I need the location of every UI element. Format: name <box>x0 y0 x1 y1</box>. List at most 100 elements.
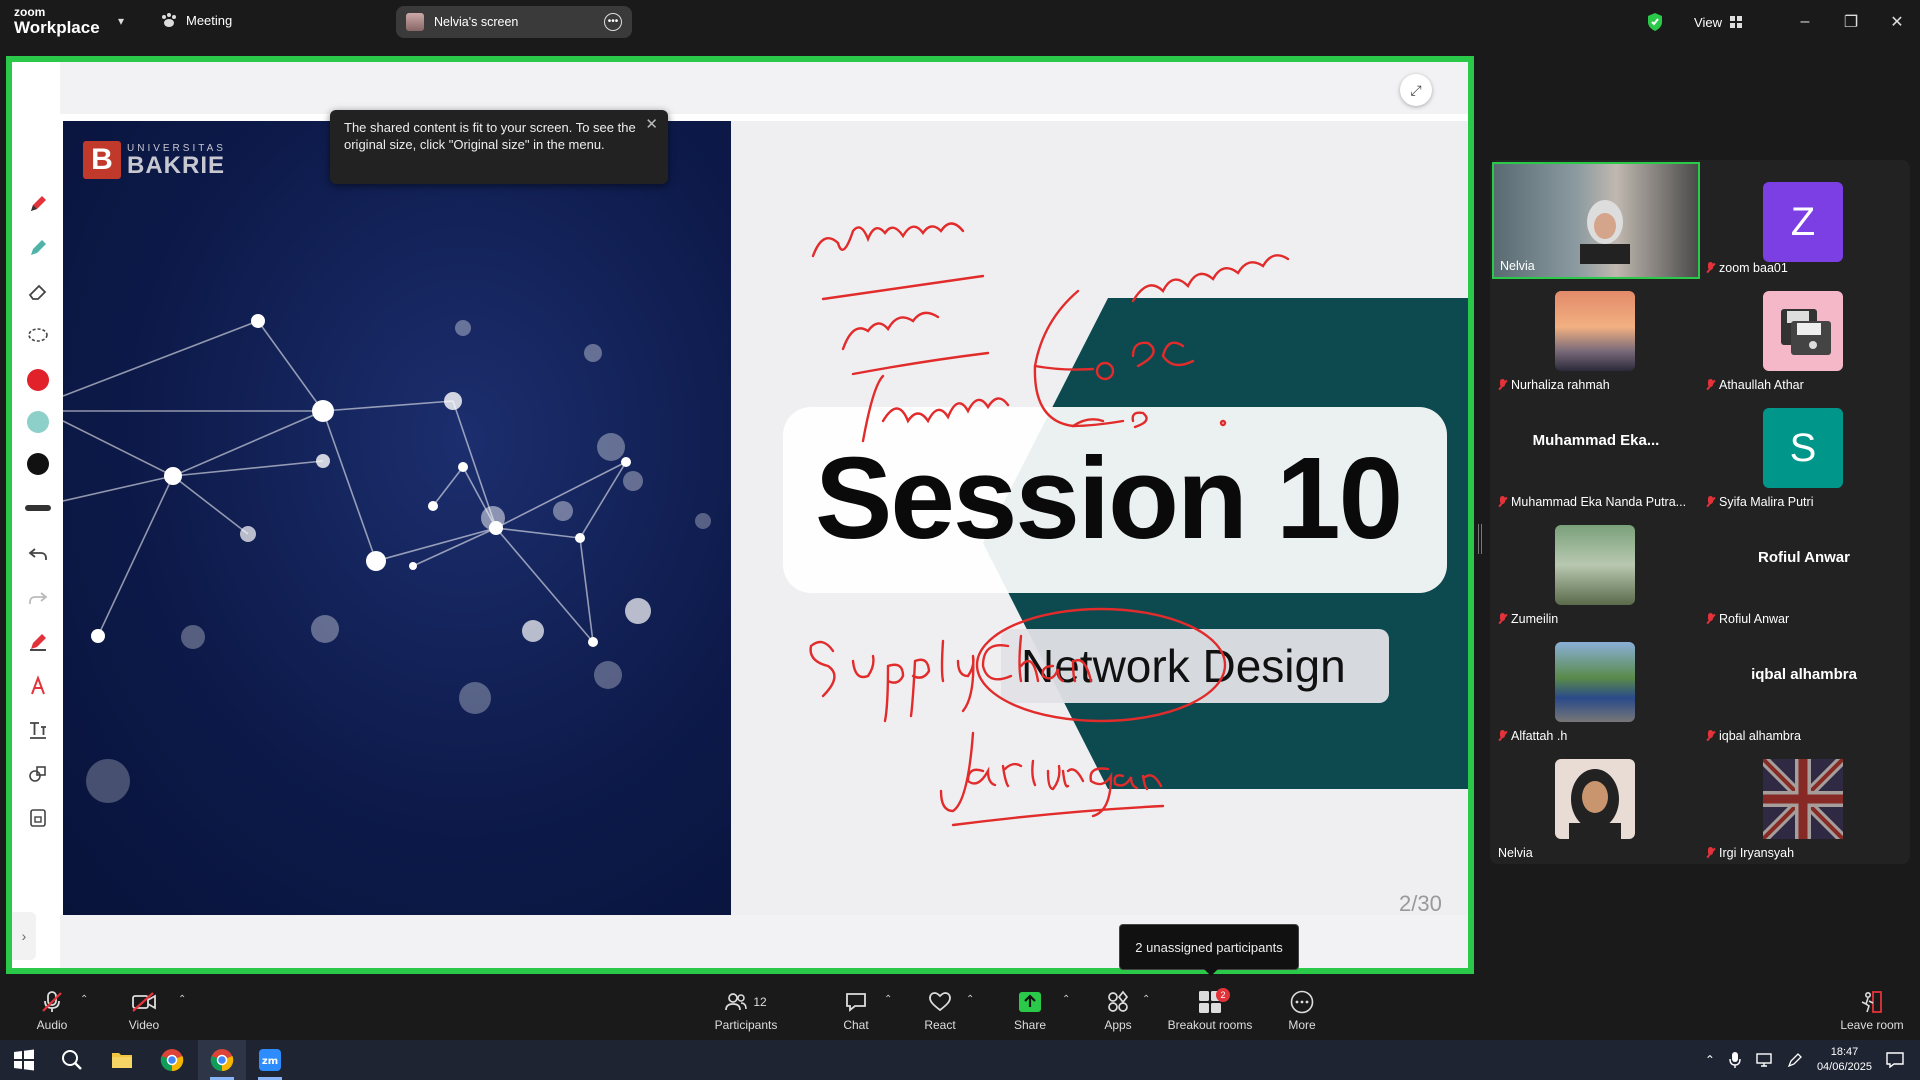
participant-name: iqbal alhambra <box>1706 729 1801 743</box>
participant-tile[interactable]: Nelvia <box>1492 747 1700 864</box>
react-label: React <box>924 1017 956 1032</box>
participant-name: Athaullah Athar <box>1706 378 1804 392</box>
paw-icon <box>162 13 176 27</box>
session-title: Session 10 <box>815 433 1403 563</box>
share-button[interactable]: Share <box>990 980 1070 1040</box>
notifications-icon[interactable] <box>1886 1052 1904 1068</box>
chevron-up-icon[interactable]: ⌃ <box>1142 994 1150 1005</box>
participant-tile[interactable]: Muhammad Eka... Muhammad Eka Nanda Putra… <box>1492 396 1700 513</box>
participant-tile[interactable]: Nelvia <box>1492 162 1700 279</box>
fit-screen-tooltip: The shared content is fit to your screen… <box>330 110 668 184</box>
mic-muted-icon <box>42 990 62 1012</box>
shared-screen[interactable]: › ⤢ B UNIVERSITAS BAKRIE Session 10 Netw… <box>6 56 1474 974</box>
mic-off-icon <box>1498 613 1507 625</box>
participant-tile[interactable]: Zumeilin <box>1492 513 1700 630</box>
audio-button[interactable]: Audio <box>12 980 92 1040</box>
clock[interactable]: 18:47 04/06/2025 <box>1817 1045 1872 1075</box>
participant-tile[interactable]: Rofiul Anwar Rofiul Anwar <box>1700 513 1908 630</box>
chevron-up-icon[interactable]: ⌃ <box>80 994 88 1005</box>
chevron-up-icon[interactable]: ⌃ <box>884 994 892 1005</box>
text-icon[interactable] <box>24 716 52 744</box>
participant-name: Syifa Malira Putri <box>1706 495 1813 509</box>
undo-icon[interactable] <box>24 540 52 568</box>
mic-off-icon <box>1706 613 1715 625</box>
chat-label: Chat <box>843 1017 869 1032</box>
participant-display-name: Rofiul Anwar <box>1758 549 1850 566</box>
participant-tile[interactable]: Alfattah .h <box>1492 630 1700 747</box>
network-icon[interactable] <box>1755 1052 1773 1068</box>
participants-button[interactable]: 12 Participants <box>706 980 786 1040</box>
pen-icon[interactable] <box>24 190 52 218</box>
redo-icon[interactable] <box>24 584 52 612</box>
participant-tile[interactable]: Athaullah Athar <box>1700 279 1908 396</box>
line-width-icon[interactable] <box>24 494 52 522</box>
shapes-icon[interactable] <box>24 760 52 788</box>
security-shield-icon[interactable] <box>1646 12 1664 32</box>
chrome-icon[interactable] <box>210 1048 234 1072</box>
participant-tile[interactable]: S Syifa Malira Putri <box>1700 396 1908 513</box>
more-button[interactable]: More <box>1262 980 1342 1040</box>
pen-tray-icon[interactable] <box>1787 1052 1803 1068</box>
resize-handle[interactable] <box>1478 524 1482 554</box>
highlighter-icon[interactable] <box>24 234 52 262</box>
file-explorer-icon[interactable] <box>110 1048 134 1072</box>
view-label: View <box>1694 14 1722 30</box>
mic-off-icon <box>1498 730 1507 742</box>
apps-label: Apps <box>1104 1017 1132 1032</box>
participant-tile[interactable]: Z zoom baa01 <box>1700 162 1908 279</box>
chevron-up-icon[interactable]: ⌃ <box>1705 1053 1715 1067</box>
clear-icon[interactable] <box>24 628 52 656</box>
close-icon[interactable]: ✕ <box>1874 12 1920 32</box>
breakout-rooms-button[interactable]: 2 Breakout rooms <box>1158 980 1262 1040</box>
chrome-icon[interactable] <box>160 1048 184 1072</box>
people-icon <box>725 992 748 1010</box>
expand-sidebar-tab[interactable]: › <box>12 912 36 960</box>
more-options-icon[interactable]: ••• <box>604 13 622 31</box>
leave-room-button[interactable]: Leave room <box>1830 980 1914 1040</box>
meeting-button[interactable]: Meeting <box>160 12 232 28</box>
video-button[interactable]: Video <box>104 980 184 1040</box>
avatar <box>1763 291 1843 371</box>
collapse-icon[interactable]: ⤢ <box>1400 74 1432 106</box>
lasso-icon[interactable] <box>24 322 52 350</box>
participant-label: Muhammad Eka Nanda Putra... <box>1511 495 1687 509</box>
page-number: 2/30 <box>1399 891 1442 915</box>
color-black-icon[interactable] <box>24 450 52 478</box>
union-flag-image <box>1759 755 1847 843</box>
zoom-logo[interactable]: zoom Workplace <box>14 6 100 36</box>
avatar <box>1555 291 1635 371</box>
windows-start-icon[interactable] <box>12 1048 36 1072</box>
mic-off-icon <box>1706 847 1715 859</box>
apps-button[interactable]: Apps <box>1078 980 1158 1040</box>
chevron-up-icon[interactable]: ⌃ <box>178 994 186 1005</box>
participant-tile[interactable]: Irgi Iryansyah <box>1700 747 1908 864</box>
react-button[interactable]: React <box>900 980 980 1040</box>
breakout-badge: 2 <box>1216 988 1230 1002</box>
chevron-up-icon[interactable]: ⌃ <box>1062 994 1070 1005</box>
mic-off-icon <box>1706 496 1715 508</box>
participant-display-name: iqbal alhambra <box>1751 666 1857 683</box>
eraser-icon[interactable] <box>24 278 52 306</box>
restore-icon[interactable]: ❐ <box>1828 12 1874 32</box>
participant-tile[interactable]: Nurhaliza rahmah <box>1492 279 1700 396</box>
search-icon[interactable] <box>60 1048 84 1072</box>
microphone-icon[interactable] <box>1729 1052 1741 1068</box>
stamp-icon[interactable] <box>24 672 52 700</box>
participant-name: Rofiul Anwar <box>1706 612 1789 626</box>
chevron-down-icon[interactable]: ▾ <box>118 14 124 28</box>
breakout-label: Breakout rooms <box>1167 1017 1253 1032</box>
view-button[interactable]: View <box>1694 15 1742 30</box>
chat-button[interactable]: Chat <box>816 980 896 1040</box>
chevron-up-icon[interactable]: ⌃ <box>966 994 974 1005</box>
color-teal-icon[interactable] <box>24 408 52 436</box>
color-red-icon[interactable] <box>24 366 52 394</box>
participant-name: Zumeilin <box>1498 612 1558 626</box>
shared-screen-label: Nelvia's screen <box>434 15 519 29</box>
shared-screen-pill[interactable]: Nelvia's screen ••• <box>396 6 632 38</box>
participant-tile[interactable]: iqbal alhambra iqbal alhambra <box>1700 630 1908 747</box>
mic-off-icon <box>1498 379 1507 391</box>
close-tooltip-icon[interactable]: ✕ <box>645 116 658 133</box>
zoom-app-icon[interactable]: zm <box>258 1048 282 1072</box>
save-icon[interactable] <box>24 804 52 832</box>
minimize-icon[interactable]: – <box>1782 13 1828 31</box>
